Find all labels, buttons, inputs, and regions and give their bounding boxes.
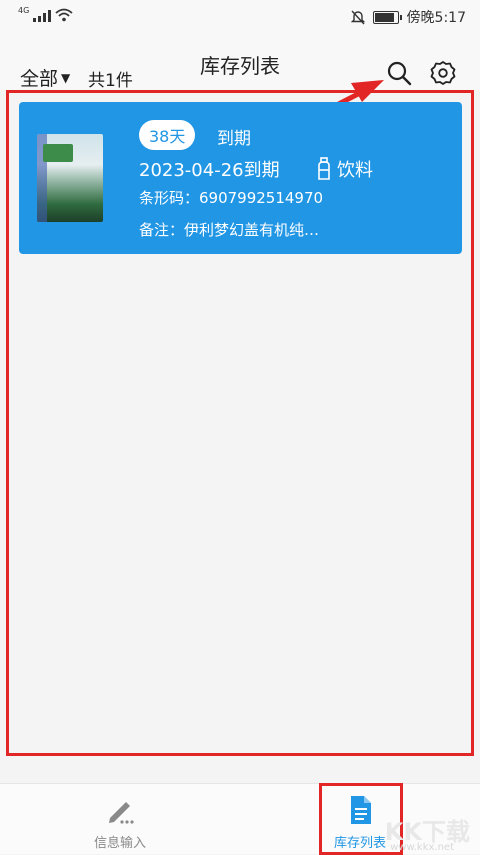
nav-info-input[interactable]: 信息输入 (0, 784, 240, 854)
barcode-text: 条形码：6907992514970 (139, 189, 324, 207)
bottle-icon (318, 157, 330, 180)
pencil-icon (109, 802, 134, 824)
expire-date: 2023-04-26到期 (139, 160, 280, 181)
expire-label: 到期 (217, 129, 251, 149)
nav-label-info-input: 信息输入 (93, 836, 146, 851)
category-label: 饮料 (337, 160, 373, 181)
category-tag: 饮料 (315, 156, 373, 182)
product-thumbnail (37, 134, 103, 222)
days-left-badge: 38天 (139, 120, 196, 150)
note-text: 备注：伊利梦幻盖有机纯… (139, 221, 320, 239)
inventory-card[interactable]: 38天 到期 2023-04-26到期 饮料 条形码：6907992514970… (19, 102, 462, 254)
watermark-url: www.kkx.net (390, 842, 454, 853)
